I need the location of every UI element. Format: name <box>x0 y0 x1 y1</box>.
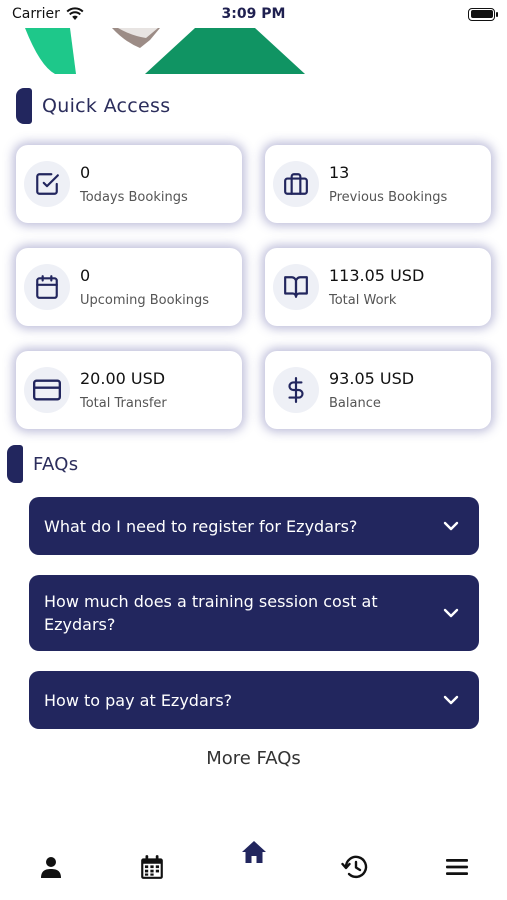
home-icon[interactable] <box>234 832 274 872</box>
faq-item[interactable]: How to pay at Ezydars? <box>29 671 479 729</box>
chevron-down-icon[interactable] <box>443 521 459 531</box>
card-value: 20.00 USD <box>80 369 166 388</box>
checkbox-icon <box>24 161 70 207</box>
dollar-icon <box>273 367 319 413</box>
faq-item[interactable]: What do I need to register for Ezydars? <box>29 497 479 555</box>
calendar-icon <box>24 264 70 310</box>
card-label: Balance <box>329 396 381 411</box>
faqs-heading: FAQs <box>7 445 78 483</box>
book-icon <box>273 264 319 310</box>
more-faqs-link[interactable]: More FAQs <box>0 748 507 769</box>
hero-shape-mint <box>25 28 76 74</box>
card-label: Upcoming Bookings <box>80 293 209 308</box>
chevron-down-icon[interactable] <box>443 695 459 705</box>
card-previous-bookings[interactable]: 13 Previous Bookings <box>265 145 491 223</box>
bottom-tab-bar <box>0 830 507 900</box>
menu-icon[interactable] <box>437 847 477 887</box>
wifi-icon <box>66 7 84 20</box>
card-label: Total Work <box>329 293 397 308</box>
card-upcoming-bookings[interactable]: 0 Upcoming Bookings <box>16 248 242 326</box>
card-label: Total Transfer <box>80 396 167 411</box>
calendar-tab-icon[interactable] <box>132 847 172 887</box>
card-value: 0 <box>80 266 91 285</box>
faq-question: How much does a training session cost at… <box>44 592 378 634</box>
faqs-title: FAQs <box>33 453 79 475</box>
card-value: 13 <box>329 163 350 182</box>
chevron-down-icon[interactable] <box>443 608 459 618</box>
carrier-label: Carrier <box>12 6 60 22</box>
card-value: 113.05 USD <box>329 266 425 285</box>
faq-question: How to pay at Ezydars? <box>44 690 233 710</box>
card-label: Previous Bookings <box>329 190 448 205</box>
card-label: Todays Bookings <box>80 190 188 205</box>
briefcase-icon <box>273 161 319 207</box>
section-accent-bar <box>7 445 23 483</box>
status-left: Carrier <box>12 6 84 22</box>
card-todays-bookings[interactable]: 0 Todays Bookings <box>16 145 242 223</box>
faq-item[interactable]: How much does a training session cost at… <box>29 575 479 651</box>
history-icon[interactable] <box>335 847 375 887</box>
card-value: 93.05 USD <box>329 369 415 388</box>
faq-question: What do I need to register for Ezydars? <box>44 516 358 536</box>
card-balance[interactable]: 93.05 USD Balance <box>265 351 491 429</box>
status-bar: Carrier <box>0 0 507 28</box>
battery-icon <box>468 7 498 21</box>
profile-icon[interactable] <box>31 847 71 887</box>
credit-card-icon <box>24 367 70 413</box>
hero-shape-green <box>145 28 305 74</box>
hero-banner <box>0 28 507 76</box>
quick-access-title: Quick Access <box>42 95 171 117</box>
section-accent-bar <box>16 88 32 124</box>
quick-access-heading: Quick Access <box>16 88 170 124</box>
card-total-transfer[interactable]: 20.00 USD Total Transfer <box>16 351 242 429</box>
card-value: 0 <box>80 163 91 182</box>
screen: Carrier 3:09 PM Quick Access 0 Todays Bo… <box>0 0 507 900</box>
card-total-work[interactable]: 113.05 USD Total Work <box>265 248 491 326</box>
